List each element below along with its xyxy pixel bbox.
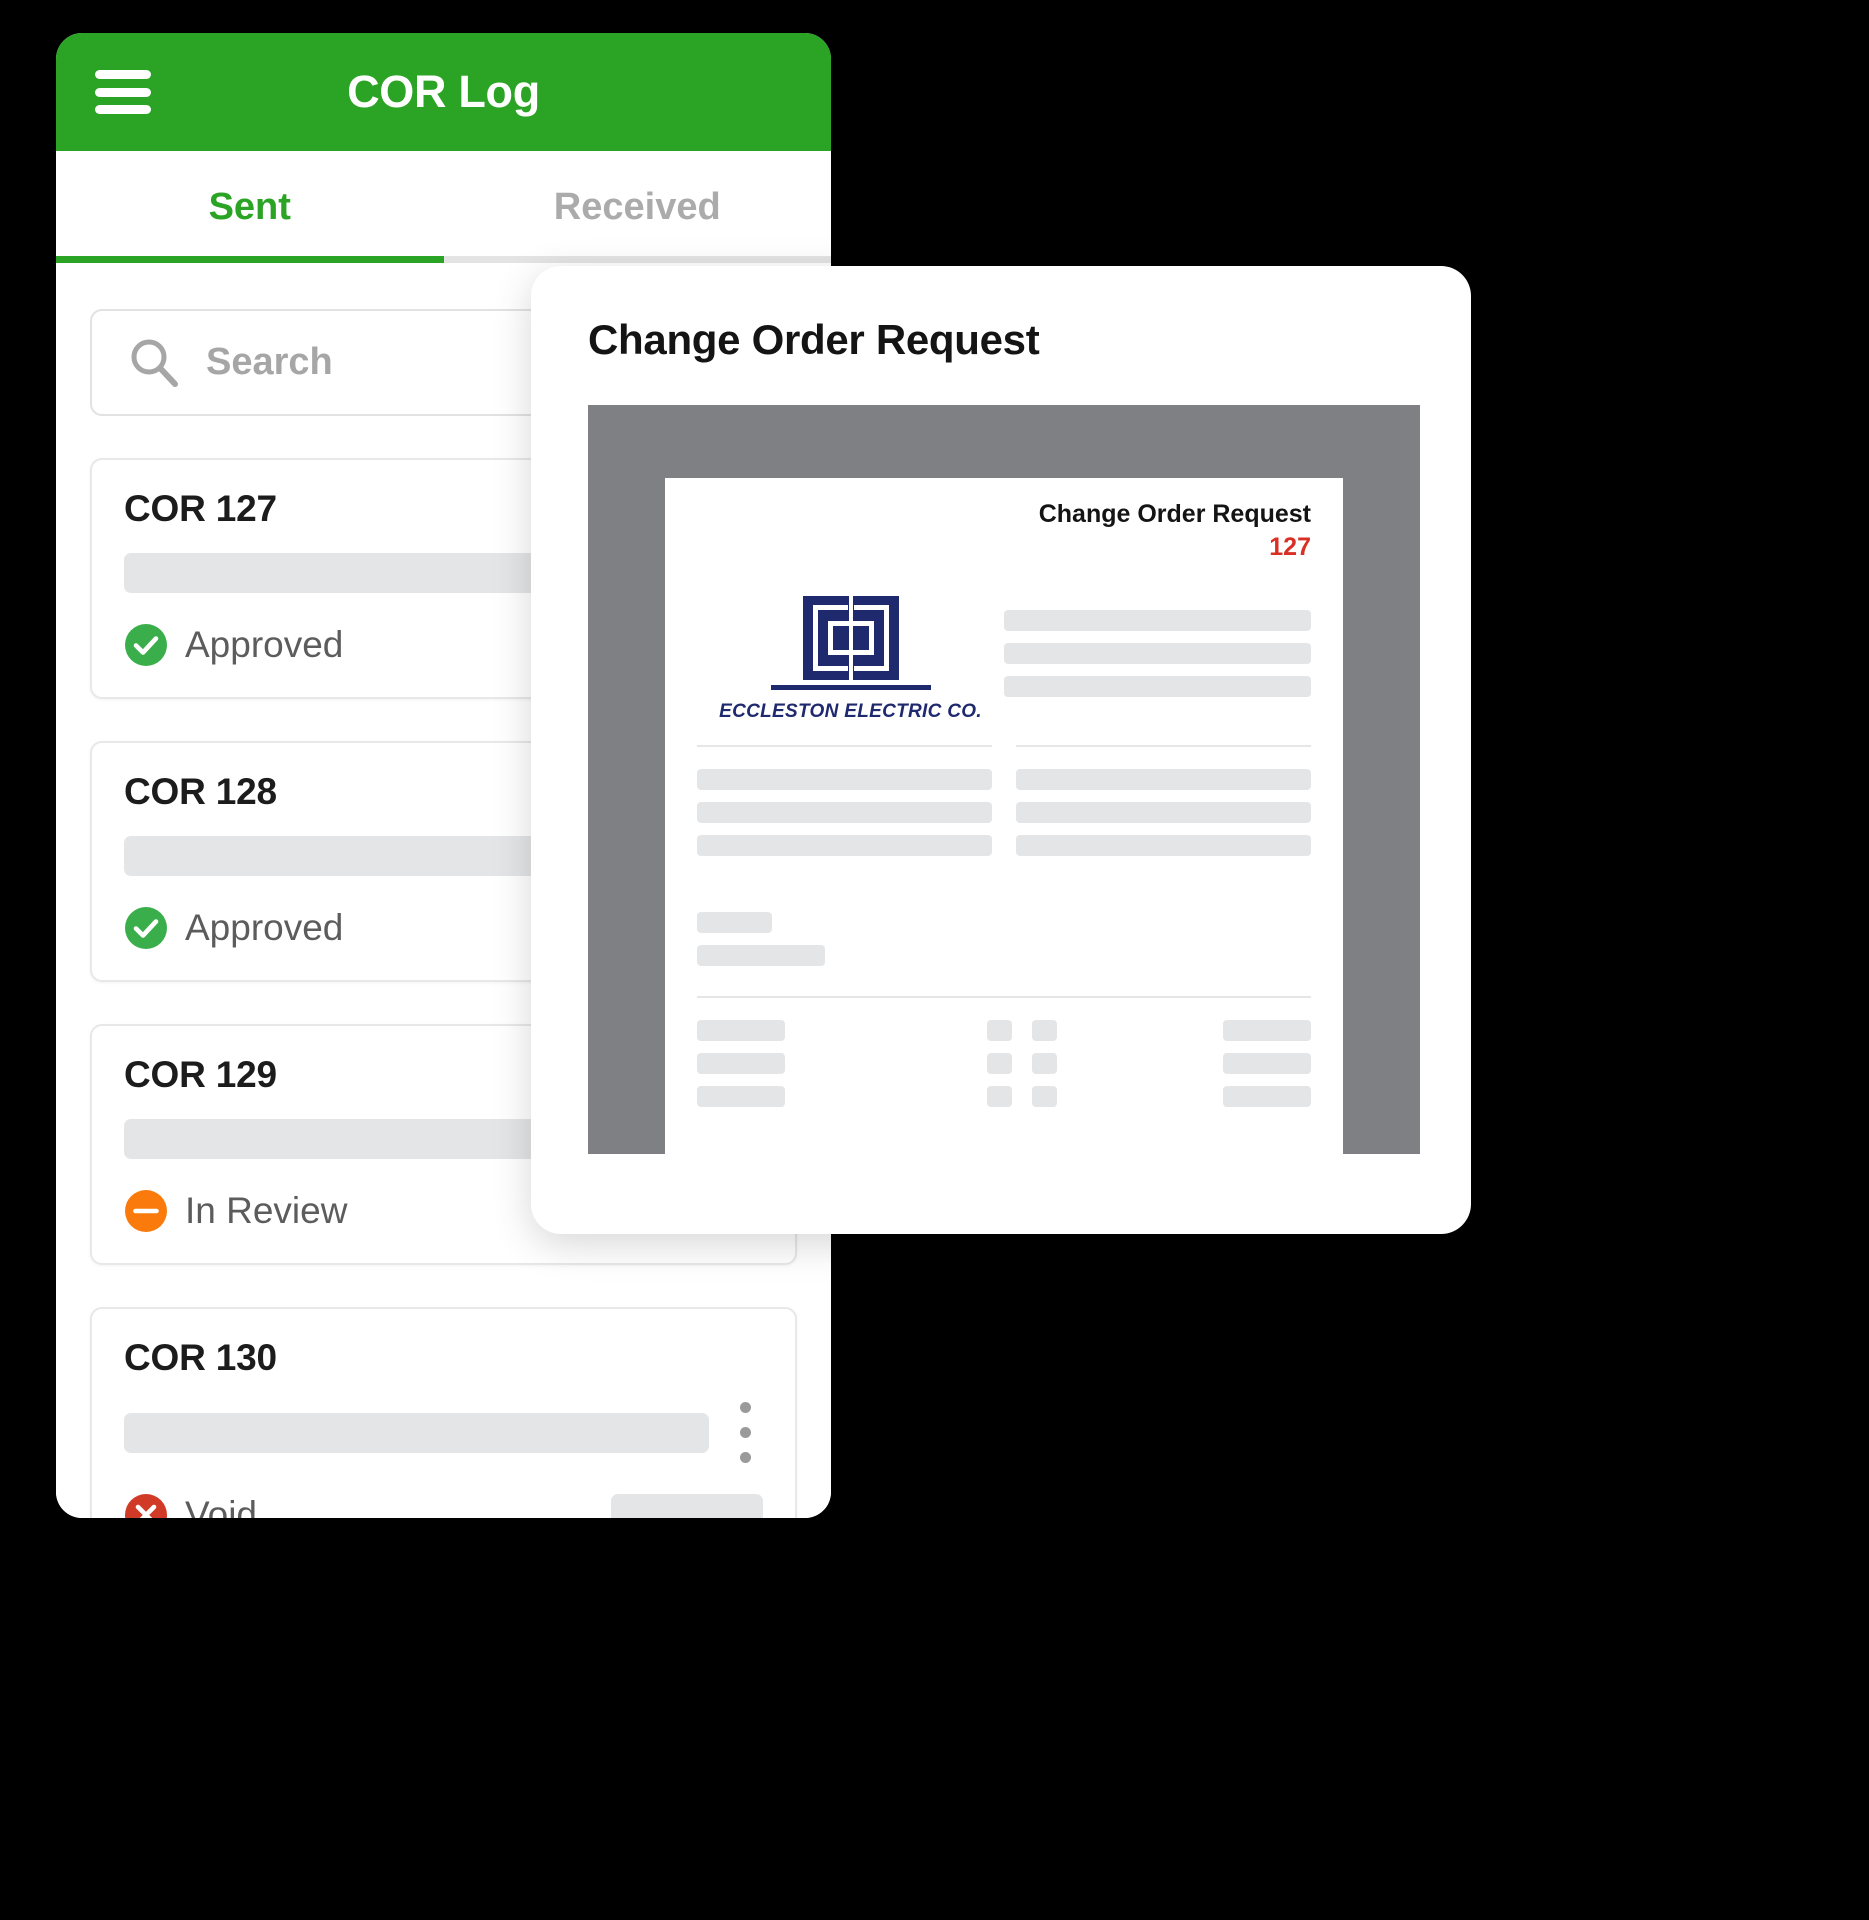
placeholder-cell	[1032, 1053, 1058, 1074]
document-viewport[interactable]: Change Order Request 127 ECCLESTON ELECT…	[588, 405, 1420, 1154]
line-item-total-col	[1222, 1020, 1311, 1119]
placeholder-cell	[1032, 1020, 1058, 1041]
line-item-labels	[697, 1020, 930, 1119]
check-circle-icon	[124, 623, 168, 667]
check-circle-icon	[124, 906, 168, 950]
document-description-block	[697, 912, 1311, 966]
status-label: Approved	[185, 624, 344, 665]
status-badge: Approved	[124, 623, 343, 667]
placeholder-bar	[697, 835, 992, 856]
placeholder-bar	[611, 1494, 763, 1518]
minus-circle-icon	[124, 1189, 168, 1233]
status-badge: Approved	[124, 906, 343, 950]
document-top-columns: ECCLESTON ELECTRIC CO.	[697, 596, 1311, 723]
divider	[1016, 745, 1311, 747]
document-detail-left	[697, 769, 992, 868]
placeholder-bar	[1222, 1053, 1311, 1074]
placeholder-bar	[697, 945, 825, 966]
tab-bar: Sent Received	[56, 151, 831, 263]
document-number: 127	[1269, 533, 1311, 561]
placeholder-cell	[1032, 1086, 1058, 1107]
document-line-items	[697, 1020, 1311, 1119]
company-name: ECCLESTON ELECTRIC CO.	[719, 701, 982, 722]
placeholder-bar	[1016, 802, 1311, 823]
document-meta-column	[1004, 596, 1311, 723]
status-badge: In Review	[124, 1189, 347, 1233]
placeholder-bar	[124, 1412, 709, 1453]
app-bar: COR Log	[56, 33, 831, 151]
placeholder-bar	[1222, 1020, 1311, 1041]
status-label: In Review	[185, 1190, 348, 1231]
placeholder-bar	[1016, 835, 1311, 856]
placeholder-bar	[1016, 769, 1311, 790]
logo-underline	[770, 685, 931, 690]
cor-item-title: COR 130	[124, 1337, 277, 1378]
divider	[697, 996, 1311, 998]
document-detail-columns	[697, 769, 1311, 868]
hamburger-icon[interactable]	[95, 70, 151, 114]
line-item-totals	[1115, 1020, 1311, 1119]
more-options-icon[interactable]	[727, 1402, 763, 1463]
placeholder-cell	[987, 1020, 1013, 1041]
placeholder-bar	[697, 769, 992, 790]
placeholder-bar	[697, 1086, 785, 1107]
document-divider-row	[697, 745, 1311, 747]
preview-card-title: Change Order Request	[588, 316, 1040, 363]
x-circle-icon	[124, 1493, 168, 1518]
tab-sent[interactable]: Sent	[56, 151, 444, 263]
placeholder-bar	[697, 1053, 785, 1074]
document-header: Change Order Request 127	[697, 500, 1311, 562]
placeholder-bar	[697, 802, 992, 823]
search-placeholder: Search	[206, 341, 333, 383]
document-preview-card: Change Order Request Change Order Reques…	[531, 266, 1471, 1234]
placeholder-cell	[987, 1086, 1013, 1107]
line-item-values	[930, 1020, 1114, 1119]
eccleston-logo-icon	[802, 596, 899, 680]
placeholder-bar	[1004, 676, 1311, 697]
tab-received[interactable]: Received	[444, 151, 832, 263]
status-label: Void	[185, 1494, 258, 1518]
placeholder-bar	[697, 1020, 785, 1041]
cor-list-item[interactable]: COR 130 Void	[90, 1307, 797, 1518]
document-title: Change Order Request	[1038, 500, 1311, 528]
placeholder-bar	[1222, 1086, 1311, 1107]
line-item-value-col	[987, 1020, 1013, 1119]
status-label: Approved	[185, 907, 344, 948]
document-page: Change Order Request 127 ECCLESTON ELECT…	[665, 478, 1343, 1154]
search-icon	[126, 335, 182, 391]
document-detail-right	[1016, 769, 1311, 868]
placeholder-bar	[1004, 643, 1311, 664]
placeholder-bar	[697, 912, 772, 933]
company-logo: ECCLESTON ELECTRIC CO.	[697, 596, 1004, 723]
document-logo-column: ECCLESTON ELECTRIC CO.	[697, 596, 1004, 723]
line-item-value-col	[1032, 1020, 1058, 1119]
divider	[697, 745, 992, 747]
tab-active-indicator	[56, 256, 444, 263]
cor-item-body	[124, 1402, 763, 1463]
placeholder-cell	[987, 1053, 1013, 1074]
status-badge: Void	[124, 1493, 257, 1518]
screenshot-root: COR Log Sent Received Search COR 127 App…	[0, 0, 1869, 1920]
placeholder-bar	[1004, 610, 1311, 631]
cor-item-footer: Void	[124, 1493, 763, 1518]
page-title: COR Log	[347, 66, 540, 117]
